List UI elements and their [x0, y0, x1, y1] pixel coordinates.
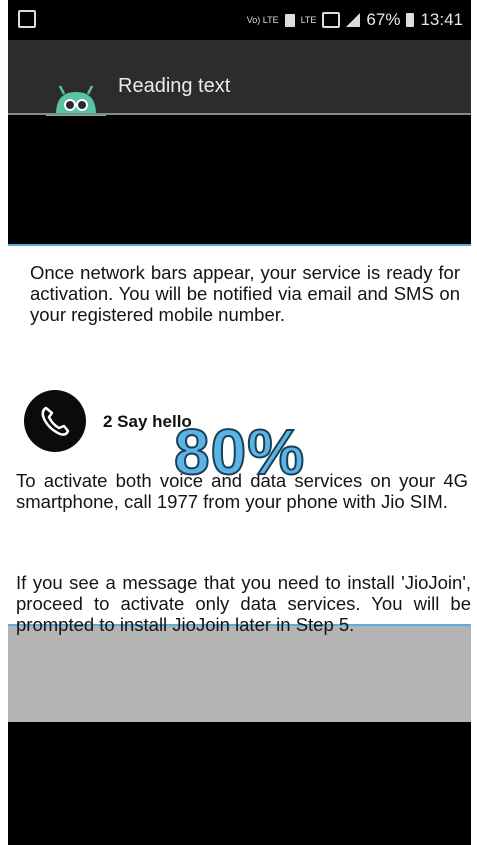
document-paragraph: Once network bars appear, your service i…	[30, 262, 460, 325]
page-title: Reading text	[118, 75, 231, 97]
document-paragraph: If you see a message that you need to in…	[16, 572, 471, 635]
progress-percent: 80%	[173, 415, 306, 489]
scan-region-shade	[8, 625, 471, 722]
status-bar: Vo) LTE LTE 67% 13:41	[8, 0, 471, 40]
phone-screen: Vo) LTE LTE 67% 13:41 Reading text Once …	[8, 0, 471, 845]
signal-icon	[346, 13, 361, 27]
data-icon	[322, 12, 341, 28]
gallery-notification-icon	[18, 10, 36, 28]
sim-icon	[284, 13, 295, 27]
volte-icon: Vo) LTE	[246, 14, 279, 25]
app-bar-divider	[8, 113, 471, 115]
phone-call-icon	[24, 390, 86, 452]
status-bar-right: Vo) LTE LTE 67% 13:41	[247, 10, 463, 30]
clock: 13:41	[420, 10, 463, 29]
battery-icon	[406, 13, 415, 27]
lte-icon: LTE	[300, 14, 317, 25]
battery-percent: 67%	[366, 10, 401, 29]
scan-top-line	[8, 244, 471, 246]
app-logo-icon	[46, 85, 106, 116]
